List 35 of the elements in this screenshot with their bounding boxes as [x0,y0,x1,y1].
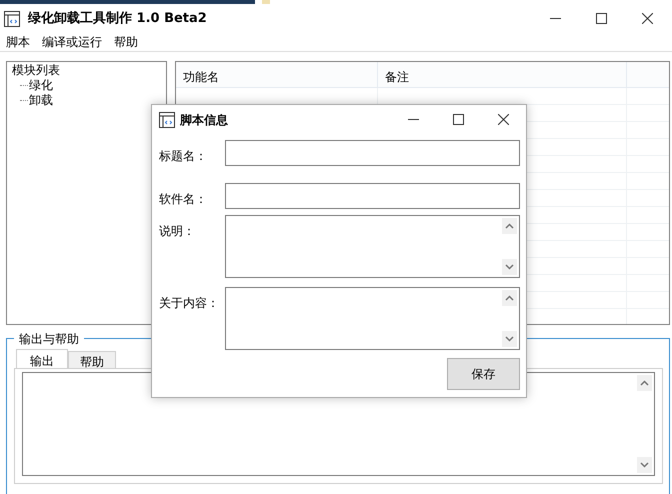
scroll-up-icon[interactable] [502,218,517,234]
dialog-title: 脚本信息 [180,112,228,128]
field-label: 标题名： [159,148,208,165]
field-label: 关于内容： [159,295,220,312]
app-icon [159,112,175,128]
column-header[interactable]: 备注 [378,62,627,87]
scroll-down-icon[interactable] [502,331,517,347]
group-title: 输出与帮助 [14,330,84,348]
scroll-down-icon[interactable] [637,457,652,473]
field-label: 说明： [159,223,196,240]
window-title: 绿化卸载工具制作 1.0 Beta2 [28,10,207,28]
maximize-icon[interactable] [453,114,464,125]
maximize-icon[interactable] [596,13,606,24]
input-field[interactable] [225,140,520,166]
field-label: 软件名： [159,191,208,208]
minimize-icon[interactable] [550,18,560,19]
menu-item[interactable]: 编译或运行 [36,33,108,51]
scroll-down-icon[interactable] [502,259,517,275]
tree-item[interactable]: 绿化 [29,78,53,93]
tab[interactable]: 输出 [16,349,68,368]
save-button[interactable]: 保存 [447,358,520,390]
input-field[interactable] [225,183,520,209]
app-icon [4,10,20,26]
text-area[interactable] [225,287,520,350]
menu-item[interactable]: 帮助 [108,33,144,51]
close-icon[interactable] [498,114,509,125]
tree-item[interactable]: 卸载 [29,93,53,108]
tab[interactable]: 帮助 [68,351,116,368]
menu-item[interactable]: 脚本 [0,33,36,51]
scroll-up-icon[interactable] [502,290,517,306]
text-area[interactable] [225,215,520,278]
column-header[interactable]: 功能名 [176,62,378,87]
close-icon[interactable] [642,13,652,24]
scroll-up-icon[interactable] [637,375,652,391]
tree-root-label[interactable]: 模块列表 [12,63,161,78]
